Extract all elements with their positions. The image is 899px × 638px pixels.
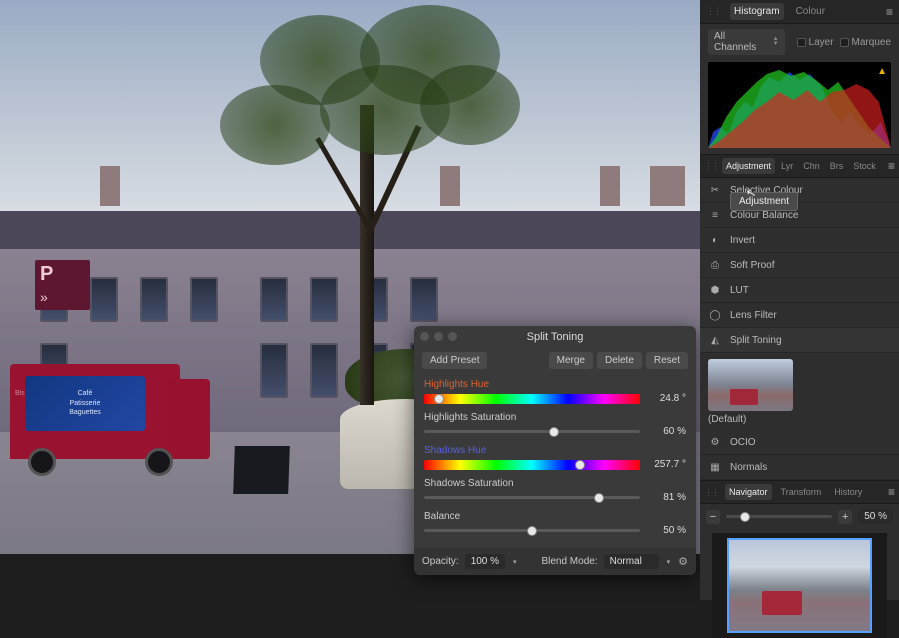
parking-sign: P » (35, 260, 90, 310)
opacity-stepper[interactable]: ▾ (511, 558, 519, 566)
highlights-sat-slider[interactable] (424, 430, 640, 433)
circle-icon: ◯ (708, 308, 722, 322)
adj-selective-colour[interactable]: ↖ ✂ Selective Colour Adjustment (700, 178, 899, 203)
zoom-slider[interactable] (726, 515, 832, 518)
tab-stock[interactable]: Stock (849, 158, 880, 174)
tab-history[interactable]: History (830, 484, 866, 500)
merge-button[interactable]: Merge (549, 352, 593, 369)
sign-letter: P (35, 260, 90, 289)
gear-icon: ⚙ (708, 435, 722, 449)
shadows-sat-slider[interactable] (424, 496, 640, 499)
tab-layers[interactable]: Lyr (777, 158, 797, 174)
shadows-sat-value[interactable]: 81 % (648, 492, 686, 503)
chimney (600, 166, 620, 206)
adj-ocio[interactable]: ⚙ OCIO (700, 430, 899, 455)
adj-split-toning[interactable]: ◭ Split Toning (700, 328, 899, 353)
highlights-hue-label: Highlights Hue (424, 379, 686, 390)
window (90, 277, 118, 322)
grip-icon[interactable]: ⋮⋮ (704, 161, 718, 172)
grip-icon[interactable]: ⋮⋮ (706, 6, 720, 17)
adj-soft-proof[interactable]: ⎙ Soft Proof (700, 253, 899, 278)
shadows-hue-slider[interactable] (424, 460, 640, 470)
adj-lut[interactable]: ⬢ LUT (700, 278, 899, 303)
highlights-hue-slider[interactable] (424, 394, 640, 404)
right-sidebar: ⋮⋮ Histogram Colour ≡ All Channels ▲▼ La… (700, 0, 899, 600)
panel-settings-icon[interactable]: ⚙ (678, 555, 688, 568)
window (190, 277, 218, 322)
tooltip: Adjustment (730, 192, 798, 211)
preset-label: (Default) (708, 411, 891, 428)
layer-checkbox[interactable]: Layer (797, 37, 834, 48)
balance-value[interactable]: 50 % (648, 525, 686, 536)
black-cube (233, 446, 290, 494)
reset-button[interactable]: Reset (646, 352, 688, 369)
shadows-hue-label: Shadows Hue (424, 445, 686, 456)
navigator-viewport[interactable] (727, 538, 872, 633)
printer-icon: ⎙ (708, 258, 722, 272)
sign-arrow: » (35, 289, 90, 305)
zoom-out-button[interactable]: − (706, 510, 720, 524)
tab-transform[interactable]: Transform (777, 484, 826, 500)
shadows-sat-label: Shadows Saturation (424, 478, 686, 489)
balance-slider[interactable] (424, 529, 640, 532)
sliders-icon: ≡ (708, 208, 722, 222)
panel-menu-icon[interactable]: ≡ (886, 5, 893, 19)
opacity-label: Opacity: (422, 556, 459, 567)
add-preset-button[interactable]: Add Preset (422, 352, 487, 369)
preset-thumbnail[interactable] (708, 359, 793, 411)
opacity-value[interactable]: 100 % (465, 554, 505, 569)
split-icon: ◭ (708, 333, 722, 347)
panel-menu-icon[interactable]: ≡ (888, 159, 895, 173)
marquee-checkbox[interactable]: Marquee (840, 37, 891, 48)
tab-channels[interactable]: Chn (799, 158, 824, 174)
truck-menu-line: Patisserie (70, 399, 101, 409)
tab-navigator[interactable]: Navigator (725, 484, 772, 500)
adj-normals[interactable]: ▦ Normals (700, 455, 899, 480)
tab-adjustment[interactable]: Adjustment (722, 158, 775, 174)
invert-icon: ◐ (708, 233, 722, 247)
chimney (650, 166, 685, 206)
blend-mode-value[interactable]: Normal (604, 554, 659, 569)
zoom-in-button[interactable]: + (838, 510, 852, 524)
highlights-hue-value[interactable]: 24.8 ° (648, 393, 686, 404)
window (140, 277, 168, 322)
blend-mode-dropdown[interactable]: ▾ (665, 558, 673, 566)
scissors-icon: ✂ (708, 183, 722, 197)
tab-brushes[interactable]: Brs (826, 158, 848, 174)
tab-histogram[interactable]: Histogram (730, 3, 784, 20)
highlights-sat-value[interactable]: 60 % (648, 426, 686, 437)
adj-lens-filter[interactable]: ◯ Lens Filter (700, 303, 899, 328)
zoom-value[interactable]: 50 % (858, 509, 893, 524)
navigator-preview[interactable] (712, 533, 887, 638)
panel-title: Split Toning (527, 331, 584, 343)
split-toning-panel[interactable]: Split Toning Add Preset Merge Delete Res… (414, 326, 696, 575)
clipping-warning-icon[interactable]: ▲ (877, 66, 887, 77)
channel-dropdown[interactable]: All Channels ▲▼ (708, 29, 785, 55)
highlights-sat-label: Highlights Saturation (424, 412, 686, 423)
balance-label: Balance (424, 511, 686, 522)
chimney (100, 166, 120, 206)
histogram-display: ▲ (708, 62, 891, 148)
channel-value: All Channels (714, 31, 768, 53)
truck-menu-line: Café (78, 389, 93, 399)
shadows-hue-value[interactable]: 257.7 ° (648, 459, 686, 470)
tab-colour[interactable]: Colour (792, 3, 829, 20)
cube-icon: ⬢ (708, 283, 722, 297)
blend-mode-label: Blend Mode: (541, 556, 597, 567)
truck-menu-line: Baguettes (69, 408, 101, 418)
delete-button[interactable]: Delete (597, 352, 642, 369)
food-truck: Bistrot food to go Café Patisserie Bague… (10, 344, 210, 464)
normals-icon: ▦ (708, 460, 722, 474)
adj-invert[interactable]: ◐ Invert (700, 228, 899, 253)
grip-icon[interactable]: ⋮⋮ (704, 487, 718, 498)
window-controls[interactable] (420, 332, 457, 341)
panel-title-bar[interactable]: Split Toning (414, 326, 696, 348)
panel-menu-icon[interactable]: ≡ (888, 485, 895, 499)
